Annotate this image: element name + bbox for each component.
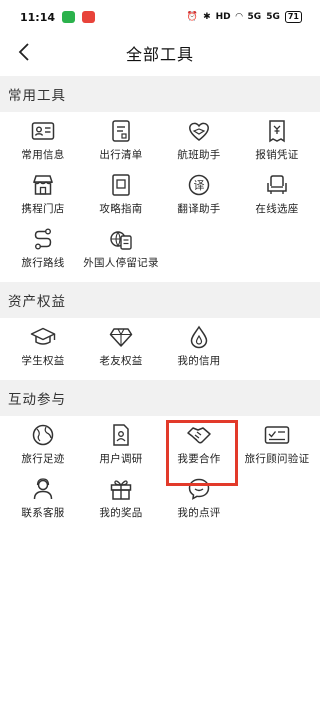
tool-label: 携程门店 (21, 203, 65, 215)
tool-travel-route[interactable]: 旅行路线 (4, 220, 82, 274)
tool-foreigner-stay-record[interactable]: 外国人停留记录 (82, 220, 160, 274)
section-header-asset-benefits: 资产权益 (0, 282, 320, 318)
section-header-interaction: 互动参与 (0, 380, 320, 416)
tool-label: 报销凭证 (255, 149, 299, 161)
alarm-icon: ⏰ (186, 12, 199, 22)
back-button[interactable] (10, 38, 38, 66)
common-tools-grid: 常用信息 出行清单 航班助手 报销凭证 携程门店 攻略指南 译 翻译助手 在线选… (0, 112, 320, 274)
tool-seat-selection[interactable]: 在线选座 (238, 166, 316, 220)
tool-old-friend-benefits[interactable]: 老友权益 (82, 318, 160, 372)
tool-label: 用户调研 (99, 453, 143, 465)
status-bar: 11:14 ⏰ ✱ HD ◠ 5G 5G 71 (0, 0, 320, 34)
nav-bar: 全部工具 (0, 34, 320, 72)
status-time: 11:14 (20, 10, 56, 24)
svg-text:译: 译 (194, 179, 205, 192)
tool-label: 旅行路线 (21, 257, 65, 269)
tool-label: 航班助手 (177, 149, 221, 161)
tool-label: 联系客服 (21, 507, 65, 519)
seat-icon (264, 172, 290, 198)
survey-icon (108, 422, 134, 448)
tool-label: 我的点评 (177, 507, 221, 519)
tool-reimbursement[interactable]: 报销凭证 (238, 112, 316, 166)
globe-icon (30, 422, 56, 448)
tool-common-info[interactable]: 常用信息 (4, 112, 82, 166)
tool-label: 我的奖品 (99, 507, 143, 519)
tool-label: 在线选座 (255, 203, 299, 215)
tool-travel-footprint[interactable]: 旅行足迹 (4, 416, 82, 470)
asset-benefits-grid: 学生权益 老友权益 我的信用 (0, 318, 320, 372)
graduation-cap-icon (30, 324, 56, 350)
bluetooth-icon: ✱ (203, 12, 211, 22)
tool-customer-service[interactable]: 联系客服 (4, 470, 82, 524)
tool-advisor-verification[interactable]: 旅行顾问验证 (238, 416, 316, 470)
heart-plane-icon (186, 118, 212, 144)
battery-indicator: 71 (284, 11, 302, 23)
drop-icon (186, 324, 212, 350)
signal-2-label: 5G (266, 12, 280, 22)
tool-user-survey[interactable]: 用户调研 (82, 416, 160, 470)
signal-1-label: 5G (247, 12, 262, 22)
tool-travel-list[interactable]: 出行清单 (82, 112, 160, 166)
route-icon (30, 226, 56, 252)
tool-my-prizes[interactable]: 我的奖品 (82, 470, 160, 524)
tool-flight-assistant[interactable]: 航班助手 (160, 112, 238, 166)
app-badge-icon (82, 11, 96, 23)
wechat-badge-icon (62, 11, 76, 23)
tool-label: 老友权益 (99, 355, 143, 367)
id-card-icon (30, 118, 56, 144)
tool-translate[interactable]: 译 翻译助手 (160, 166, 238, 220)
tool-ctrip-store[interactable]: 携程门店 (4, 166, 82, 220)
tool-label: 翻译助手 (177, 203, 221, 215)
receipt-icon (264, 118, 290, 144)
highlight-box (166, 420, 238, 486)
diamond-icon (108, 324, 134, 350)
translate-icon: 译 (186, 172, 212, 198)
tool-my-credit[interactable]: 我的信用 (160, 318, 238, 372)
wifi-icon: ◠ (235, 12, 243, 22)
page-title: 全部工具 (125, 45, 194, 64)
tool-label: 常用信息 (21, 149, 65, 161)
guide-book-icon (108, 172, 134, 198)
hd-label: HD (215, 12, 231, 22)
customer-service-icon (30, 476, 56, 502)
verify-card-icon (264, 422, 290, 448)
interaction-grid: 旅行足迹 用户调研 我要合作 旅行顾问验证 联系客服 我的奖品 我的点评 (0, 416, 320, 524)
tool-label: 旅行足迹 (21, 453, 65, 465)
tool-travel-guide[interactable]: 攻略指南 (82, 166, 160, 220)
tool-label: 出行清单 (99, 149, 143, 161)
tool-student-benefits[interactable]: 学生权益 (4, 318, 82, 372)
store-icon (30, 172, 56, 198)
tool-label: 我的信用 (177, 355, 221, 367)
tool-label: 外国人停留记录 (83, 257, 159, 269)
tool-label: 旅行顾问验证 (244, 453, 310, 465)
tool-label: 攻略指南 (99, 203, 143, 215)
tool-label: 学生权益 (21, 355, 65, 367)
checklist-icon (108, 118, 134, 144)
section-header-common-tools: 常用工具 (0, 76, 320, 112)
chevron-left-icon (18, 43, 29, 61)
globe-doc-icon (108, 226, 134, 252)
gift-icon (108, 476, 134, 502)
